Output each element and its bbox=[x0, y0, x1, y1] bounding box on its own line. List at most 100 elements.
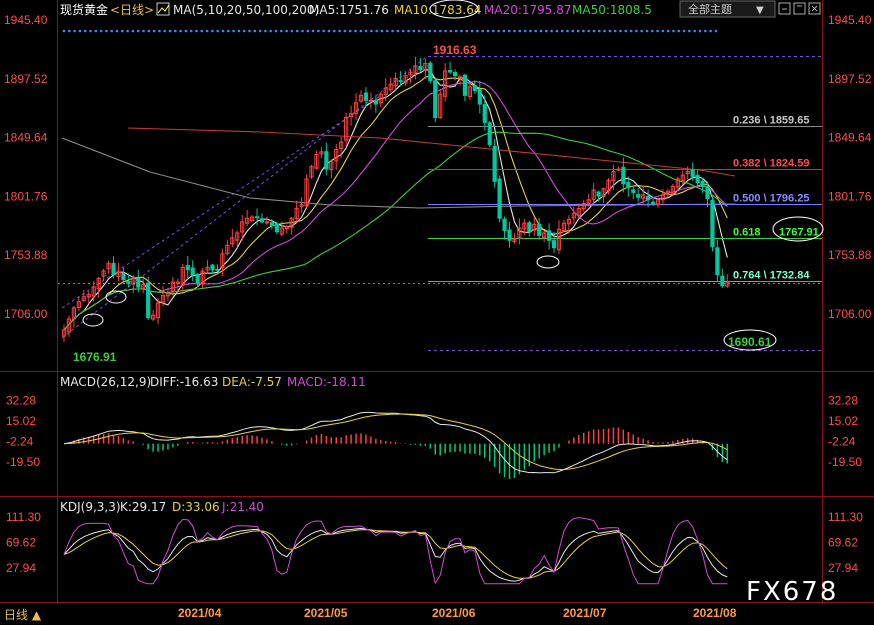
event-marker-dot bbox=[152, 29, 156, 33]
event-marker-dot bbox=[99, 29, 103, 33]
event-marker-dot bbox=[417, 29, 421, 33]
ma10-value: MA10:1783.64 bbox=[394, 3, 482, 17]
event-marker-dot bbox=[221, 29, 225, 33]
high-annotation: 1916.63 bbox=[433, 43, 477, 57]
event-marker-dot bbox=[306, 29, 310, 33]
candle-body bbox=[616, 168, 621, 171]
candle-body bbox=[537, 223, 542, 236]
event-marker-dot bbox=[693, 29, 696, 33]
price-tick-left: 1849.64 bbox=[4, 131, 48, 145]
period-label[interactable]: <日线> bbox=[110, 3, 154, 17]
candle-body bbox=[502, 218, 507, 231]
event-marker-dot bbox=[333, 29, 336, 33]
event-marker-dot bbox=[513, 29, 516, 33]
ma5-value: MA5:1751.76 bbox=[309, 3, 389, 17]
candle-body bbox=[373, 99, 378, 105]
chart-header: 现货黄金 <日线> MA(5,10,20,50,100,200) MA5:175… bbox=[60, 0, 821, 19]
date-tick: 2021/07 bbox=[563, 606, 607, 620]
kdj-tick-left: 27.94 bbox=[6, 561, 36, 575]
price-tick-left: 1897.52 bbox=[4, 72, 48, 86]
event-marker-dot bbox=[704, 29, 707, 33]
event-marker-dot bbox=[555, 29, 559, 33]
candle-body bbox=[497, 178, 502, 219]
candle-body bbox=[146, 282, 151, 319]
period-selector[interactable]: 日线 ▲ bbox=[4, 608, 42, 622]
kdj-j: J:21.40 bbox=[221, 500, 264, 514]
kdj-header: KDJ(9,3,3) K:29.17 D:33.06 J:21.40 bbox=[60, 500, 264, 514]
event-marker-dot bbox=[518, 29, 522, 33]
candle-body bbox=[274, 223, 279, 233]
fib-label: 0.382 \ 1824.59 bbox=[733, 158, 809, 170]
event-marker-dot bbox=[566, 29, 569, 33]
event-marker-dot bbox=[301, 29, 304, 33]
candle-body bbox=[626, 182, 631, 189]
event-marker-dot bbox=[189, 29, 193, 33]
event-marker-dot bbox=[470, 29, 474, 33]
event-marker-dot bbox=[401, 29, 405, 33]
date-tick: 2021/06 bbox=[432, 606, 476, 620]
candle-body bbox=[695, 174, 700, 184]
event-marker-dot bbox=[131, 29, 135, 33]
macd-tick-right: 32.28 bbox=[828, 394, 858, 408]
candle-body bbox=[477, 89, 482, 105]
event-marker-dot bbox=[269, 29, 273, 33]
candle-body bbox=[185, 265, 190, 271]
kdj-tick-right: 27.94 bbox=[828, 561, 858, 575]
candle-body bbox=[551, 240, 557, 249]
theme-dropdown[interactable]: 全部主题 ▼ bbox=[679, 0, 776, 18]
event-marker-dot bbox=[629, 29, 633, 33]
event-marker-dot bbox=[62, 29, 66, 33]
event-marker-dot bbox=[327, 29, 331, 33]
macd-dea: DEA:-7.57 bbox=[222, 375, 282, 389]
event-marker-dot bbox=[274, 29, 278, 33]
event-marker-dot bbox=[640, 29, 643, 33]
event-marker-dot bbox=[698, 29, 702, 33]
candle-body bbox=[631, 189, 636, 193]
event-marker-dot bbox=[89, 29, 92, 33]
date-tick: 2021/05 bbox=[304, 606, 348, 620]
ma20-value: MA20:1795.87 bbox=[484, 3, 572, 17]
candle-body bbox=[254, 216, 260, 219]
event-marker-dot bbox=[126, 29, 129, 33]
event-marker-dot bbox=[407, 29, 410, 33]
event-marker-dot bbox=[624, 29, 628, 33]
candle-body bbox=[368, 99, 373, 102]
event-marker-dot bbox=[216, 29, 219, 33]
event-marker-dot bbox=[311, 29, 315, 33]
ma50-value: MA50:1808.5 bbox=[572, 3, 652, 17]
event-marker-dot bbox=[83, 29, 87, 33]
event-marker-dot bbox=[661, 29, 665, 33]
event-marker-dot bbox=[523, 29, 527, 33]
candle-body bbox=[482, 104, 487, 123]
kdj-tick-right: 111.30 bbox=[828, 510, 863, 524]
candle-body bbox=[363, 92, 369, 101]
theme-dropdown-label: 全部主题 bbox=[688, 2, 732, 16]
event-marker-dot bbox=[78, 29, 82, 33]
macd-tick-left: -2.24 bbox=[6, 435, 34, 449]
event-marker-dot bbox=[195, 29, 198, 33]
macd-tick-left: 32.28 bbox=[6, 394, 36, 408]
event-marker-dot bbox=[449, 29, 453, 33]
event-marker-dot bbox=[560, 29, 564, 33]
date-tick: 2021/08 bbox=[693, 606, 737, 620]
candle-body bbox=[492, 145, 497, 182]
event-marker-dot bbox=[158, 29, 161, 33]
watermark: FX678 bbox=[746, 577, 838, 607]
price-tick-right: 1801.76 bbox=[828, 189, 872, 203]
price-tick-right: 1706.00 bbox=[828, 307, 872, 321]
kdj-tick-right: 69.62 bbox=[828, 535, 858, 549]
event-marker-dot bbox=[322, 29, 326, 33]
candle-body bbox=[472, 85, 477, 91]
kdj-tick-left: 111.30 bbox=[6, 510, 41, 524]
event-marker-dot bbox=[179, 29, 182, 33]
fib-label: 0.500 \ 1796.25 bbox=[733, 193, 809, 205]
event-marker-dot bbox=[656, 29, 659, 33]
event-marker-dot bbox=[460, 29, 463, 33]
fib-value: 1767.91 bbox=[779, 227, 819, 239]
event-marker-dot bbox=[205, 29, 209, 33]
event-marker-dot bbox=[497, 29, 500, 33]
candle-body bbox=[650, 201, 656, 204]
event-marker-dot bbox=[232, 29, 235, 33]
event-marker-dot bbox=[608, 29, 612, 33]
gold-daily-chart[interactable]: 现货黄金 <日线> MA(5,10,20,50,100,200) MA5:175… bbox=[0, 0, 874, 625]
